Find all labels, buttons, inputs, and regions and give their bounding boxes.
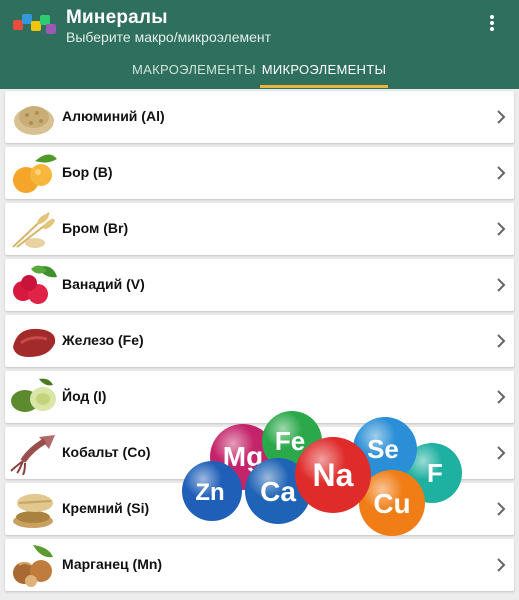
ball-label: Na	[313, 457, 354, 493]
list-item-label: Ванадий (V)	[62, 276, 145, 292]
app-bar: Минералы Выберите макро/микроэлемент МАК…	[0, 0, 519, 89]
ball-label: Se	[367, 434, 399, 464]
list-item-label: Бор (B)	[62, 164, 113, 180]
apricot-icon	[13, 154, 57, 193]
list-item-label: Марганец (Mn)	[62, 556, 163, 572]
ball-label: Ca	[260, 476, 296, 507]
app-subtitle: Выберите макро/микроэлемент	[66, 29, 272, 45]
list-item-label: Бром (Br)	[62, 220, 129, 236]
chevron-right-icon	[497, 558, 506, 572]
ball-label: Zn	[195, 479, 224, 506]
chevron-right-icon	[497, 334, 506, 348]
ball-label: Cu	[373, 488, 410, 519]
list-item-label: Йод (I)	[62, 388, 107, 404]
mineral-balls-illustration: Mg F Se Fe Zn Ca Cu Na	[182, 411, 462, 536]
chevron-right-icon	[497, 390, 506, 404]
app-title: Минералы	[66, 7, 168, 28]
list-item-aluminium[interactable]: Алюминий (Al)	[5, 91, 514, 143]
chevron-right-icon	[497, 502, 506, 516]
radish-icon	[13, 265, 57, 304]
oat-grain-icon	[14, 106, 54, 135]
chevron-right-icon	[497, 446, 506, 460]
list-item-iron[interactable]: Железо (Fe)	[5, 315, 514, 367]
list-item-bromine[interactable]: Бром (Br)	[5, 203, 514, 255]
list-item-manganese[interactable]: Марганец (Mn)	[5, 539, 514, 591]
list-item-label: Железо (Fe)	[62, 332, 144, 348]
list-item-boron[interactable]: Бор (B)	[5, 147, 514, 199]
list-item-label: Кремний (Si)	[62, 500, 150, 516]
chevron-right-icon	[497, 278, 506, 292]
wheat-icon	[12, 212, 55, 248]
liver-meat-icon	[13, 328, 56, 357]
chevron-right-icon	[497, 166, 506, 180]
ball-zn: Zn	[182, 461, 242, 521]
ball-na: Na	[295, 437, 371, 513]
hazelnut-icon	[13, 545, 53, 587]
chevron-right-icon	[497, 222, 506, 236]
feijoa-icon	[11, 378, 56, 412]
tab-macroelements[interactable]: МАКРОЭЛЕМЕНТЫ	[132, 62, 256, 89]
tab-indicator	[260, 85, 388, 88]
bran-grain-icon	[13, 494, 53, 528]
ball-label: F	[427, 458, 443, 488]
ball-label: Fe	[275, 426, 305, 456]
app-logo-icon	[13, 12, 56, 36]
chevron-right-icon	[497, 110, 506, 124]
list-item-vanadium[interactable]: Ванадий (V)	[5, 259, 514, 311]
list-item-label: Кобальт (Co)	[62, 444, 151, 460]
list-item-label: Алюминий (Al)	[62, 108, 165, 124]
overflow-menu-icon[interactable]	[484, 14, 500, 36]
squid-icon	[10, 435, 55, 475]
